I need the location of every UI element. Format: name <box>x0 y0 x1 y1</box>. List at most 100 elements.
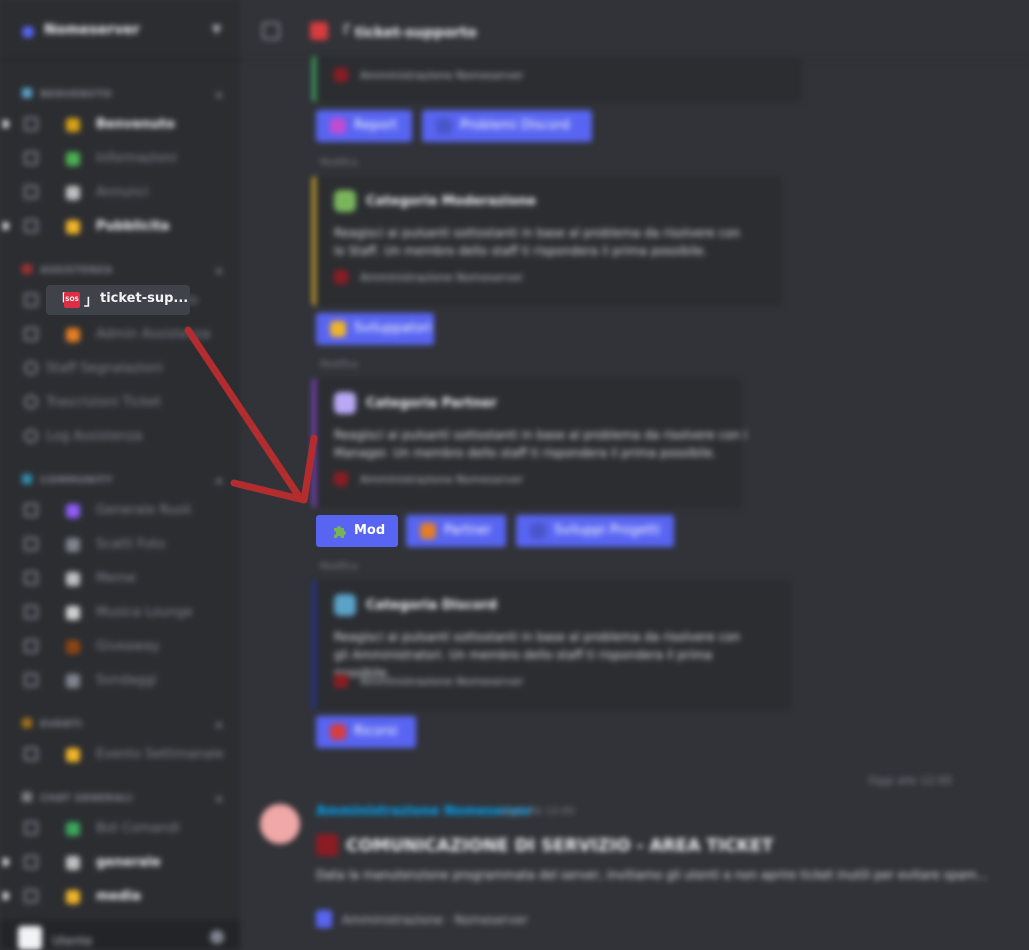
sidebar-item-label: Log Assistenza <box>46 429 143 444</box>
blurred-background: Nomeserver ▼ Benvenuto + Benvenuto Informaz… <box>0 0 1029 950</box>
message-footer: Amministrazione · Nomeserver <box>316 910 528 928</box>
chevron-down-icon: ▼ <box>212 22 222 36</box>
embed-title: Categoria Partner <box>366 396 497 411</box>
sidebar-item-label: Trascrizioni Ticket <box>46 395 162 410</box>
sidebar-item-label: Musica Lounge <box>96 605 193 620</box>
category-label: Community <box>40 475 113 486</box>
hash-icon <box>24 639 38 653</box>
sidebar-item[interactable]: Giveaway <box>16 632 230 662</box>
sidebar-item[interactable]: Musica Lounge <box>16 598 230 628</box>
footer-text: Amministrazione Nomeserver <box>360 69 524 82</box>
sidebar-item-label: Bot Comandi <box>96 821 180 836</box>
sidebar-item[interactable]: Annunci <box>16 178 230 208</box>
hash-icon <box>24 855 38 869</box>
hash-icon <box>24 151 38 165</box>
discord-window: Nomeserver ▼ Benvenuto + Benvenuto Informaz… <box>0 0 1029 950</box>
channel-emoji-icon <box>66 504 80 518</box>
category-header[interactable]: Benvenuto + <box>22 88 224 104</box>
button-icon <box>420 523 436 539</box>
plus-icon[interactable]: + <box>214 88 224 102</box>
sidebar-item[interactable]: Evento Settimanale <box>16 740 230 770</box>
sidebar-item[interactable]: Meme <box>16 564 230 594</box>
date-stamp: Oggi alle 12:00 <box>868 774 952 787</box>
ticket-button[interactable]: Sviluppi Progetti <box>516 515 674 547</box>
hash-icon <box>24 185 38 199</box>
category-header[interactable]: Chat Generali + <box>22 792 224 808</box>
channel-emoji-icon <box>66 748 80 762</box>
category-icon <box>22 718 32 728</box>
bracket-right: 」 <box>84 293 98 309</box>
embed-card: Categoria Discord Reagisci ai pulsanti so… <box>312 580 792 710</box>
message-headline: COMUNICAZIONE DI SERVIZIO - AREA TICKET <box>316 834 773 856</box>
ticket-button[interactable]: Ricorsi <box>316 716 416 748</box>
mod-button[interactable]: Mod <box>316 515 398 547</box>
gear-icon[interactable] <box>210 930 224 944</box>
footer-text: Amministrazione Nomeserver <box>360 271 524 284</box>
channel-emoji-icon <box>66 328 80 342</box>
sidebar-item[interactable]: Trascrizioni Ticket <box>16 388 230 418</box>
channel-emoji-icon <box>66 538 80 552</box>
hash-icon <box>24 747 38 761</box>
sidebar-item[interactable]: Generale Ruoli <box>16 496 230 526</box>
sidebar-item[interactable]: Scatti Foto <box>16 530 230 560</box>
hash-icon <box>24 117 38 131</box>
sidebar-item[interactable]: Admin Assistenza <box>16 320 230 350</box>
category-header[interactable]: Eventi + <box>22 718 224 734</box>
category-icon <box>22 792 32 802</box>
server-name: Nomeserver <box>44 22 140 38</box>
sidebar-item[interactable]: Staff Segnalazioni <box>16 354 230 384</box>
sidebar-item[interactable]: generale <box>3 848 230 878</box>
sidebar-item-ticket-supporto[interactable]: 「 SOS 」 ticket-sup... <box>46 285 190 315</box>
plus-icon[interactable]: + <box>214 792 224 806</box>
embed-footer: Amministrazione Nomeserver <box>334 674 554 688</box>
sidebar-item[interactable]: Informazioni <box>16 144 230 174</box>
channel-emoji-icon <box>66 572 80 586</box>
sidebar-item[interactable]: Pubblicita <box>3 212 230 242</box>
message-timestamp: oggi alle 12:00 <box>500 806 575 817</box>
button-icon <box>330 321 346 337</box>
embed-footer: Amministrazione Nomeserver <box>334 68 554 82</box>
link-icon <box>24 429 38 443</box>
server-header[interactable]: Nomeserver ▼ <box>0 0 240 60</box>
sidebar-item[interactable]: media <box>3 882 230 912</box>
embed-title: Categoria Moderazione <box>366 194 536 209</box>
channel-emoji-icon <box>66 186 80 200</box>
category-header[interactable]: Community + <box>22 474 224 490</box>
headline-text: COMUNICAZIONE DI SERVIZIO - AREA TICKET <box>346 836 774 856</box>
bot-icon <box>316 910 332 928</box>
link-icon <box>24 395 38 409</box>
edited-label: Modifica <box>320 360 358 370</box>
hash-icon <box>24 293 38 307</box>
ticket-button[interactable]: Report <box>316 110 412 142</box>
avatar[interactable] <box>260 804 300 844</box>
warning-icon <box>316 834 338 856</box>
ticket-button[interactable]: Partner <box>406 515 506 547</box>
sos-icon <box>310 22 328 40</box>
sidebar-item-label: Evento Settimanale <box>96 747 224 762</box>
ticket-button[interactable]: Sviluppatori <box>316 313 434 345</box>
sidebar-item[interactable]: Benvenuto <box>3 110 230 140</box>
footer-icon <box>334 270 348 284</box>
category-label: Assistenza <box>40 265 113 276</box>
footer-icon <box>334 472 348 486</box>
plus-icon[interactable]: + <box>214 264 224 278</box>
footer-text: Amministrazione Nomeserver <box>360 473 524 486</box>
ticket-button[interactable]: Problemi Discord <box>422 110 592 142</box>
hash-icon <box>24 537 38 551</box>
button-icon <box>530 523 546 539</box>
button-label: Ricorsi <box>354 724 398 739</box>
plus-icon[interactable]: + <box>214 718 224 732</box>
mod-button-label: Mod <box>354 523 386 538</box>
category-header[interactable]: Assistenza + <box>22 264 224 280</box>
unread-indicator <box>3 858 9 866</box>
plus-icon[interactable]: + <box>214 474 224 488</box>
sidebar-item[interactable]: Bot Comandi <box>16 814 230 844</box>
sidebar-item[interactable]: Sondaggi <box>16 666 230 696</box>
thread-icon[interactable] <box>262 22 280 40</box>
sidebar-item-label: Sondaggi <box>96 673 157 688</box>
category-label: Chat Generali <box>40 793 133 804</box>
sidebar-item[interactable]: Log Assistenza <box>16 422 230 452</box>
button-icon <box>330 118 346 134</box>
avatar[interactable] <box>18 926 42 950</box>
server-icon <box>22 26 34 38</box>
